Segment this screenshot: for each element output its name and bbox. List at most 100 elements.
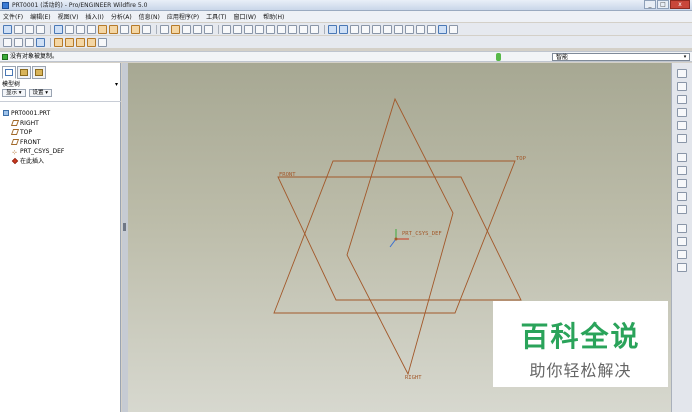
datum-point-tool-icon[interactable] [677,108,687,117]
tab-folder-browser[interactable] [17,66,31,79]
display-style-icon[interactable] [372,24,381,34]
folder-icon [20,69,28,76]
redo-icon[interactable] [233,24,242,34]
watermark-subtitle: 助你轻松解决 [529,361,632,380]
datum-axis-icon[interactable] [76,24,85,34]
show-button[interactable]: 显示 ▾ [2,89,26,97]
appearance-icon[interactable] [361,24,370,34]
new-file-icon[interactable] [3,24,12,34]
refit-icon[interactable] [405,24,414,34]
sketcher-icon[interactable] [328,24,337,34]
menu-analysis[interactable]: 分析(A) [111,12,132,21]
email-icon[interactable] [204,24,213,34]
copy-icon[interactable] [255,24,264,34]
close-window-icon[interactable] [36,24,45,34]
settings-button[interactable]: 设置 ▾ [28,89,53,97]
shading-icon[interactable] [36,37,45,47]
view-manager-icon[interactable] [350,24,359,34]
tab-favorites[interactable] [32,66,46,79]
setup-icon[interactable] [449,24,458,34]
layers-icon[interactable] [438,24,447,34]
tree-node-part[interactable]: PRT0001.PRT [3,109,119,119]
axis-display-icon[interactable] [65,37,74,47]
menu-view[interactable]: 视图(V) [58,12,79,21]
menu-file[interactable]: 文件(F) [3,12,23,21]
undo-icon[interactable] [222,24,231,34]
tree-node-label: PRT_CSYS_DEF [20,148,65,155]
save-copy-icon[interactable] [182,24,191,34]
point-display-icon[interactable] [76,37,85,47]
reorient-icon[interactable] [416,24,425,34]
csys-icon[interactable] [109,24,118,34]
context-help-icon[interactable] [98,37,107,47]
menu-edit[interactable]: 编辑(E) [30,12,50,21]
close-button[interactable]: x [670,0,690,9]
hole-tool-icon[interactable] [677,205,687,214]
datum-curve-icon[interactable] [87,24,96,34]
tree-node-insert-here[interactable]: 在此插入 [3,157,119,167]
datum-axis-tool-icon[interactable] [677,82,687,91]
document-icon[interactable] [160,24,169,34]
analysis-tool-icon[interactable] [677,134,687,143]
saved-views-icon[interactable] [427,24,436,34]
datum-plane-icon[interactable] [65,24,74,34]
sketch-orient-icon[interactable] [339,24,348,34]
zoom-in-icon[interactable] [383,24,392,34]
revolve-icon[interactable] [142,24,151,34]
toolbar-separator [50,37,51,47]
menu-tools[interactable]: 工具(T) [206,12,226,21]
tree-node-right[interactable]: RIGHT [3,119,119,129]
regenerate-icon[interactable] [288,24,297,34]
open-file-icon[interactable] [14,24,23,34]
tab-model-tree[interactable] [2,66,16,79]
tree-node-csys[interactable]: ⊹ PRT_CSYS_DEF [3,147,119,157]
menu-help[interactable]: 帮助(H) [263,12,284,21]
insert-arrow-icon [11,157,19,164]
chamfer-tool-icon[interactable] [677,237,687,246]
sweep-tool-icon[interactable] [677,179,687,188]
maximize-button[interactable]: □ [657,0,669,9]
find-icon[interactable] [299,24,308,34]
blend-tool-icon[interactable] [677,192,687,201]
extrude-icon[interactable] [131,24,140,34]
minimize-button[interactable]: _ [644,0,656,9]
tree-node-label: 在此插入 [20,157,45,165]
menu-applications[interactable]: 应用程序(P) [167,12,199,21]
menu-window[interactable]: 窗口(W) [234,12,257,21]
toolbar-separator [324,24,325,34]
folder-icon[interactable] [171,24,180,34]
extrude-tool-icon[interactable] [677,153,687,162]
print-icon[interactable] [193,24,202,34]
tree-node-front[interactable]: FRONT [3,138,119,148]
menu-insert[interactable]: 插入(I) [85,12,103,21]
annotation-icon[interactable] [120,24,129,34]
selection-box-icon[interactable] [310,24,319,34]
mirror-tool-icon[interactable] [677,250,687,259]
model-tree-header[interactable]: 模型树 ▾ [2,80,119,89]
wireframe-icon[interactable] [3,37,12,47]
top-datum-plane[interactable] [273,160,516,314]
csys-display-icon[interactable] [87,37,96,47]
zoom-out-icon[interactable] [394,24,403,34]
datum-point-icon[interactable] [98,24,107,34]
paste-special-icon[interactable] [277,24,286,34]
save-icon[interactable] [25,24,34,34]
hidden-line-icon[interactable] [14,37,23,47]
pattern-tool-icon[interactable] [677,263,687,272]
csys-label: PRT_CSYS_DEF [402,231,442,237]
splitter-grip-icon[interactable] [123,223,126,231]
sketch-line-icon[interactable] [54,24,63,34]
datum-curve-tool-icon[interactable] [677,95,687,104]
plane-display-icon[interactable] [54,37,63,47]
revolve-tool-icon[interactable] [677,166,687,175]
paste-icon[interactable] [266,24,275,34]
cut-icon[interactable] [244,24,253,34]
datum-plane-tool-icon[interactable] [677,69,687,78]
tree-node-top[interactable]: TOP [3,128,119,138]
selection-filter-select[interactable]: 智能 ▾ [552,53,690,61]
window-title: PRT0001 (活动的) - Pro/ENGINEER Wildfire 5.… [12,2,148,9]
round-tool-icon[interactable] [677,224,687,233]
csys-tool-icon[interactable] [677,121,687,130]
no-hidden-icon[interactable] [25,37,34,47]
menu-info[interactable]: 信息(N) [139,12,160,21]
